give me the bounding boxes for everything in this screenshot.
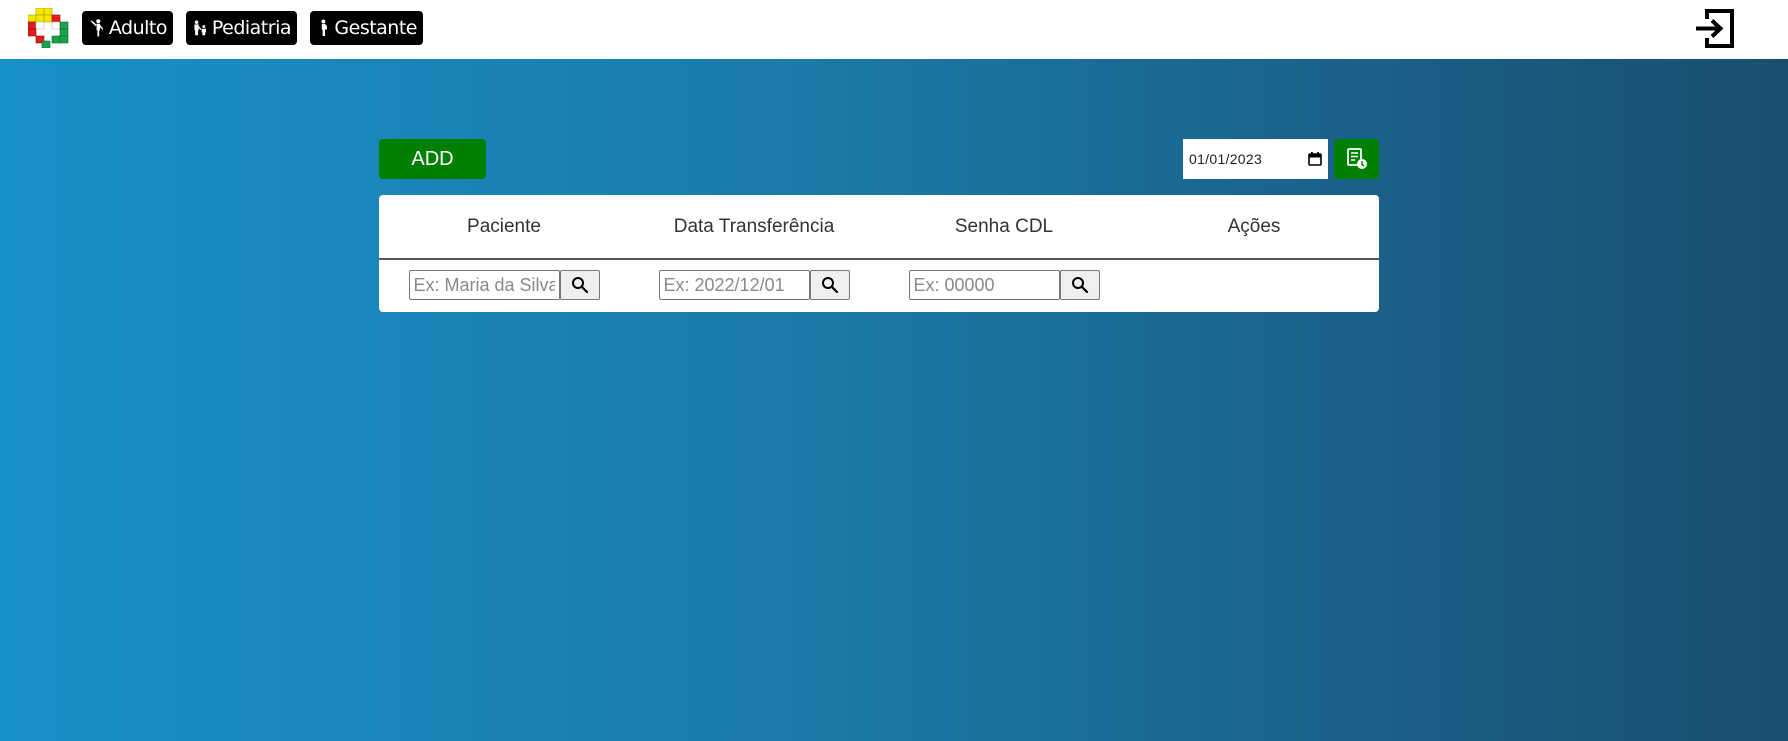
header-paciente: Paciente (467, 215, 541, 237)
filter-cell-data (629, 260, 879, 310)
nav-gestante-button[interactable]: Gestante (310, 11, 423, 45)
header-data-transferencia: Data Transferência (673, 215, 835, 237)
table-filter-row (379, 260, 1379, 310)
senha-search-input[interactable] (908, 270, 1060, 300)
nav-adulto-label: Adulto (108, 17, 168, 39)
senha-search-button[interactable] (1059, 270, 1100, 300)
date-filter-input[interactable]: 01/01/2023 (1183, 139, 1328, 179)
main-content: ADD 01/01/2023 Paciente Data Transferênc… (0, 59, 1788, 741)
data-search-input[interactable] (658, 270, 810, 300)
adult-person-icon (90, 19, 104, 37)
calendar-icon[interactable] (1308, 152, 1322, 166)
nav-gestante-label: Gestante (334, 17, 417, 39)
add-button[interactable]: ADD (379, 139, 486, 179)
filter-paciente (408, 270, 600, 300)
table-header-row: Paciente Data Transferência Senha CDL Aç… (379, 195, 1379, 260)
nav-pediatria-label: Pediatria (211, 17, 292, 39)
date-value: 01/01/2023 (1189, 151, 1263, 167)
nav-pediatria-button[interactable]: Pediatria (186, 11, 297, 45)
header-senha-cdl: Senha CDL (954, 215, 1054, 237)
header-acoes: Ações (1227, 215, 1281, 237)
filter-data (658, 270, 850, 300)
pregnant-woman-icon (321, 19, 328, 37)
report-icon (1346, 148, 1367, 169)
family-icon (194, 20, 206, 36)
filter-cell-acoes (1129, 260, 1379, 310)
transfer-table: Paciente Data Transferência Senha CDL Aç… (379, 195, 1379, 312)
nav-adulto-button[interactable]: Adulto (82, 11, 173, 45)
filter-senha (908, 270, 1100, 300)
paciente-search-button[interactable] (559, 270, 600, 300)
filter-cell-paciente (379, 260, 629, 310)
paciente-search-input[interactable] (408, 270, 560, 300)
hospital-logo-icon[interactable] (28, 8, 70, 48)
data-search-button[interactable] (809, 270, 850, 300)
search-icon (821, 277, 838, 294)
logout-icon[interactable] (1693, 7, 1736, 50)
top-navbar: Adulto Pediatria Gestante (0, 0, 1788, 59)
search-icon (1071, 277, 1088, 294)
filter-cell-senha (879, 260, 1129, 310)
search-icon (571, 277, 588, 294)
report-button[interactable] (1334, 139, 1379, 179)
